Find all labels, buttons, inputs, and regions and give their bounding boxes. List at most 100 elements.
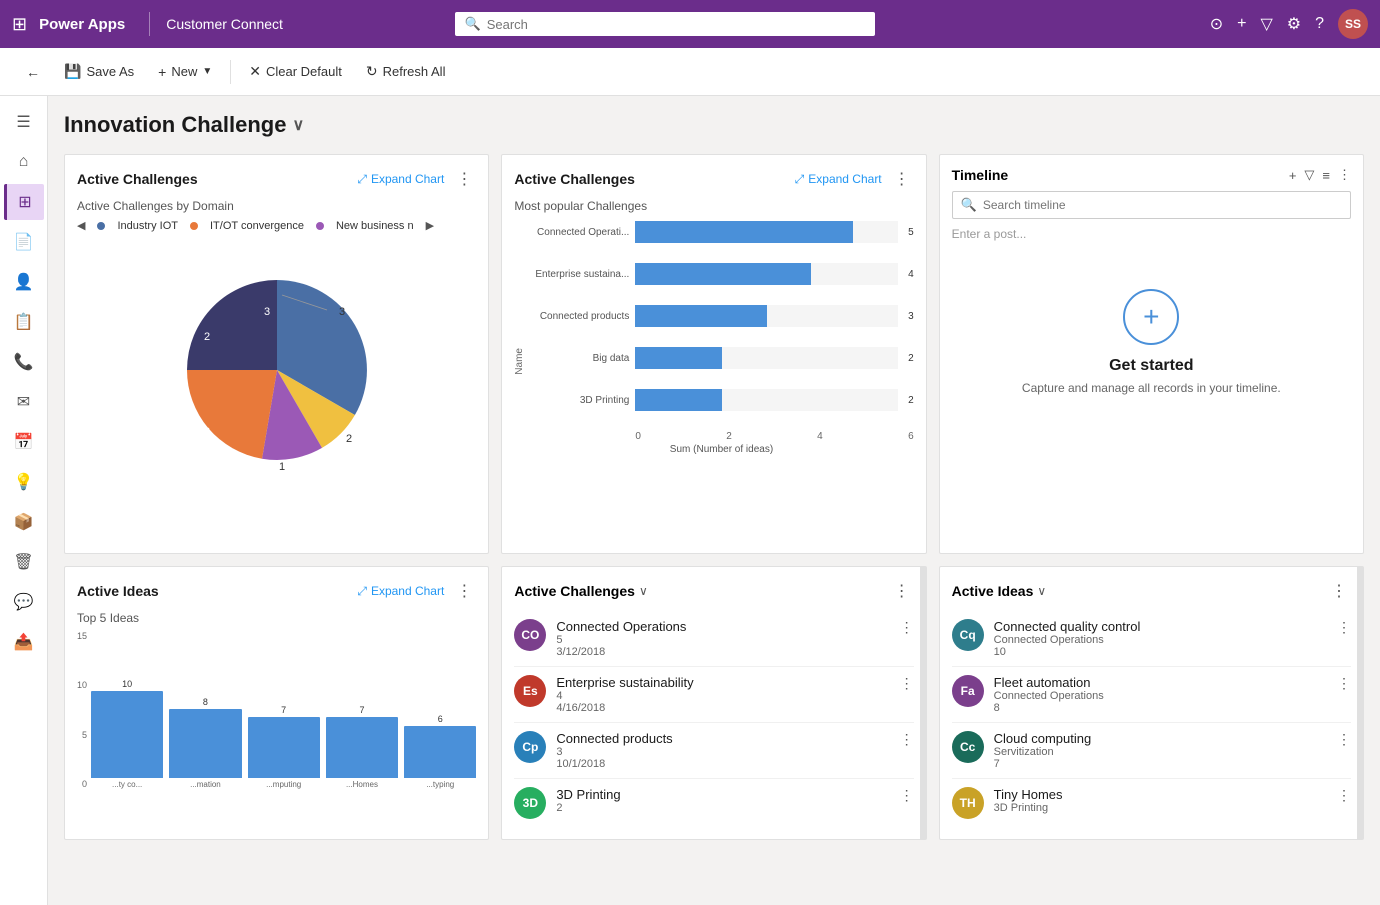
- timeline-empty-state: + Get started Capture and manage all rec…: [952, 249, 1351, 435]
- refresh-all-button[interactable]: ↻ Refresh All: [356, 57, 456, 86]
- ideas-list-item-1: Cq Connected quality control Connected O…: [952, 611, 1351, 667]
- app-module: Customer Connect: [166, 16, 283, 32]
- sidebar-item-ideas[interactable]: 💡: [4, 464, 44, 500]
- page-title-chevron[interactable]: ∨: [292, 115, 304, 135]
- ideas-item-content-3: Cloud computing Servitization 7: [994, 731, 1327, 770]
- sidebar-item-email[interactable]: ✉: [4, 384, 44, 420]
- filter-icon[interactable]: ▽: [1260, 14, 1272, 34]
- sidebar-item-dashboard[interactable]: ⊞: [4, 184, 44, 220]
- list-chevron-5[interactable]: ∨: [639, 584, 648, 598]
- pie-label-2: 2: [346, 433, 352, 445]
- list-more-5[interactable]: ⋮: [890, 579, 914, 603]
- ideas-x-label-2: ...mation: [169, 780, 241, 789]
- bar-y-label: Name: [514, 348, 525, 375]
- ideas-chart-inner: Sum (Number of Votes) 10 8 7: [91, 629, 476, 789]
- search-input[interactable]: [487, 17, 865, 32]
- more-menu-btn-1[interactable]: ⋮: [452, 167, 476, 191]
- sidebar-item-activities[interactable]: 📋: [4, 304, 44, 340]
- expand-chart-btn-4[interactable]: ⤢ Expand Chart: [357, 584, 444, 599]
- sidebar-item-products[interactable]: 📦: [4, 504, 44, 540]
- sidebar-item-home[interactable]: ⌂: [4, 144, 44, 180]
- list-more-6[interactable]: ⋮: [1327, 579, 1351, 603]
- sidebar-item-documents[interactable]: 📄: [4, 224, 44, 260]
- sidebar-item-export[interactable]: 📤: [4, 624, 44, 660]
- legend-dot-2: [190, 222, 198, 230]
- avatar[interactable]: SS: [1338, 9, 1368, 39]
- ideas-chart-subtitle: Top 5 Ideas: [77, 611, 476, 625]
- ideas-item-sub-1: Connected Operations 10: [994, 634, 1327, 658]
- challenges-list-scroll[interactable]: CO Connected Operations 5 3/12/2018 ⋮ Es: [514, 611, 913, 827]
- sidebar-item-trash[interactable]: 🗑: [4, 544, 44, 580]
- sidebar-item-chat[interactable]: 💬: [4, 584, 44, 620]
- ideas-item-title-3: Cloud computing: [994, 731, 1327, 746]
- grid-icon[interactable]: ⊞: [12, 14, 27, 35]
- new-dropdown-icon[interactable]: ▼: [202, 66, 212, 77]
- legend-prev[interactable]: ◀: [77, 219, 85, 232]
- ideas-list-item-3: Cc Cloud computing Servitization 7 ⋮: [952, 723, 1351, 779]
- sidebar-item-calendar[interactable]: 📅: [4, 424, 44, 460]
- sidebar-item-calls[interactable]: 📞: [4, 344, 44, 380]
- timeline-more-btn[interactable]: ⋮: [1338, 167, 1351, 183]
- bar-label-4: Big data: [529, 353, 629, 364]
- scroll-indicator-6[interactable]: [1357, 567, 1363, 839]
- active-ideas-chart-card: Active Ideas ⤢ Expand Chart ⋮ Top 5 Idea…: [64, 566, 489, 840]
- timeline-filter-icon[interactable]: ▽: [1304, 167, 1314, 183]
- page-title-area: Innovation Challenge ∨: [64, 112, 1364, 138]
- pie-chart-svg: 3 3 2 1 2 2: [167, 260, 387, 480]
- list-avatar-1: CO: [514, 619, 546, 651]
- expand-icon-1: ⤢: [357, 172, 367, 187]
- list-item-more-4[interactable]: ⋮: [900, 787, 914, 804]
- timeline-search-input[interactable]: [983, 198, 1342, 212]
- bar-value-3: 3: [908, 311, 914, 322]
- ideas-item-more-4[interactable]: ⋮: [1337, 787, 1351, 804]
- circle-icon[interactable]: ⊙: [1210, 14, 1223, 34]
- timeline-plus-icon[interactable]: +: [1123, 289, 1179, 345]
- nav-divider: [149, 12, 150, 36]
- list-item-more-3[interactable]: ⋮: [900, 731, 914, 748]
- legend-next[interactable]: ▶: [426, 219, 434, 232]
- back-button[interactable]: ←: [16, 58, 50, 86]
- clear-icon: ✕: [249, 63, 261, 80]
- ideas-bar-val-2: 8: [203, 697, 208, 707]
- save-as-button[interactable]: 💾 Save As: [54, 57, 144, 86]
- help-icon[interactable]: ?: [1315, 15, 1324, 33]
- ideas-item-title-1: Connected quality control: [994, 619, 1327, 634]
- pie-slice-5: [187, 280, 277, 370]
- bar-fill-4: [635, 347, 722, 369]
- list-item-more-1[interactable]: ⋮: [900, 619, 914, 636]
- timeline-columns-icon[interactable]: ≡: [1322, 168, 1330, 183]
- ideas-list-scroll[interactable]: Cq Connected quality control Connected O…: [952, 611, 1351, 827]
- more-menu-btn-4[interactable]: ⋮: [452, 579, 476, 603]
- active-ideas-list-card: Active Ideas ∨ ⋮ Cq Connected quality co…: [939, 566, 1364, 840]
- clear-default-button[interactable]: ✕ Clear Default: [239, 57, 352, 86]
- ideas-bar-1: [91, 691, 163, 778]
- ideas-item-more-3[interactable]: ⋮: [1337, 731, 1351, 748]
- new-button[interactable]: + New ▼: [148, 58, 222, 86]
- pie-label-5: 2: [204, 331, 210, 343]
- list-item-content-4: 3D Printing 2: [556, 787, 889, 814]
- card-header-2: Active Challenges ⤢ Expand Chart ⋮: [514, 167, 913, 191]
- timeline-add-icon[interactable]: +: [1289, 168, 1297, 183]
- list-item-more-2[interactable]: ⋮: [900, 675, 914, 692]
- plus-icon[interactable]: +: [1237, 15, 1246, 33]
- list-chevron-6[interactable]: ∨: [1037, 584, 1046, 598]
- ideas-item-more-1[interactable]: ⋮: [1337, 619, 1351, 636]
- timeline-title: Timeline: [952, 167, 1009, 183]
- sidebar-item-contacts[interactable]: 👤: [4, 264, 44, 300]
- timeline-search[interactable]: 🔍: [952, 191, 1351, 219]
- left-sidebar: ☰ ⌂ ⊞ 📄 👤 📋 📞 ✉ 📅 💡 📦 🗑 💬 📤: [0, 96, 48, 905]
- search-bar[interactable]: 🔍: [455, 12, 875, 36]
- settings-icon[interactable]: ⚙: [1287, 14, 1301, 34]
- expand-chart-btn-1[interactable]: ⤢ Expand Chart: [357, 172, 444, 187]
- bar-row-3: Connected products 3: [529, 305, 913, 327]
- sidebar-item-menu[interactable]: ☰: [4, 104, 44, 140]
- page-title: Innovation Challenge: [64, 112, 286, 138]
- expand-chart-btn-2[interactable]: ⤢ Expand Chart: [795, 172, 882, 187]
- ideas-x-label-5: ...typing: [404, 780, 476, 789]
- scroll-indicator-5[interactable]: [920, 567, 926, 839]
- pie-slice-4: [187, 370, 277, 459]
- more-menu-btn-2[interactable]: ⋮: [890, 167, 914, 191]
- list-item-title-2: Enterprise sustainability: [556, 675, 889, 690]
- ideas-item-more-2[interactable]: ⋮: [1337, 675, 1351, 692]
- bar-value-4: 2: [908, 353, 914, 364]
